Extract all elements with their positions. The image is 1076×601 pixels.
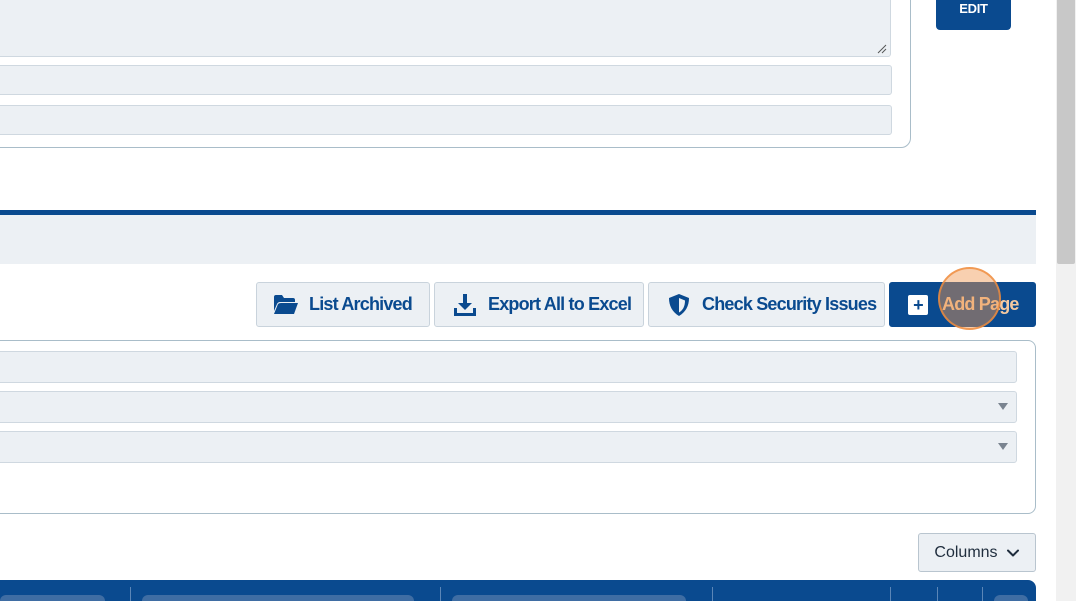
column-separator — [937, 587, 938, 601]
column-separator — [890, 587, 891, 601]
dropdown-arrow-icon — [998, 403, 1008, 410]
shield-icon — [666, 292, 692, 318]
header-filter-field[interactable] — [994, 595, 1028, 601]
search-input[interactable] — [0, 351, 1017, 383]
filter-select[interactable] — [0, 431, 1017, 463]
resize-handle-icon[interactable] — [877, 44, 887, 54]
column-separator — [982, 587, 983, 601]
text-field[interactable] — [0, 65, 892, 95]
description-textarea[interactable] — [0, 0, 891, 57]
list-archived-button[interactable]: List Archived — [256, 282, 430, 327]
section-header — [0, 215, 1036, 264]
folder-open-icon — [273, 292, 299, 318]
column-separator — [712, 587, 713, 601]
export-label: Export All to Excel — [488, 294, 632, 314]
edit-button[interactable]: EDIT — [936, 0, 1011, 30]
header-filter-field[interactable] — [142, 595, 414, 601]
security-label: Check Security Issues — [702, 294, 877, 314]
list-archived-label: List Archived — [309, 294, 413, 314]
header-filter-field[interactable] — [452, 595, 686, 601]
add-page-label: Add Page — [942, 294, 1019, 314]
add-page-button[interactable]: + Add Page — [889, 282, 1036, 327]
dropdown-arrow-icon — [998, 443, 1008, 450]
download-icon — [452, 292, 478, 318]
text-field[interactable] — [0, 105, 892, 135]
export-all-button[interactable]: Export All to Excel — [434, 282, 644, 327]
plus-square-icon: + — [908, 294, 928, 315]
check-security-button[interactable]: Check Security Issues — [648, 282, 885, 327]
chevron-down-icon — [1006, 549, 1019, 556]
columns-button[interactable]: Columns — [918, 533, 1036, 572]
scrollbar-thumb[interactable] — [1057, 0, 1075, 264]
columns-label: Columns — [934, 543, 998, 561]
column-separator — [440, 587, 441, 601]
filter-select[interactable] — [0, 391, 1017, 423]
column-separator — [130, 587, 131, 601]
header-filter-field[interactable] — [0, 595, 105, 601]
